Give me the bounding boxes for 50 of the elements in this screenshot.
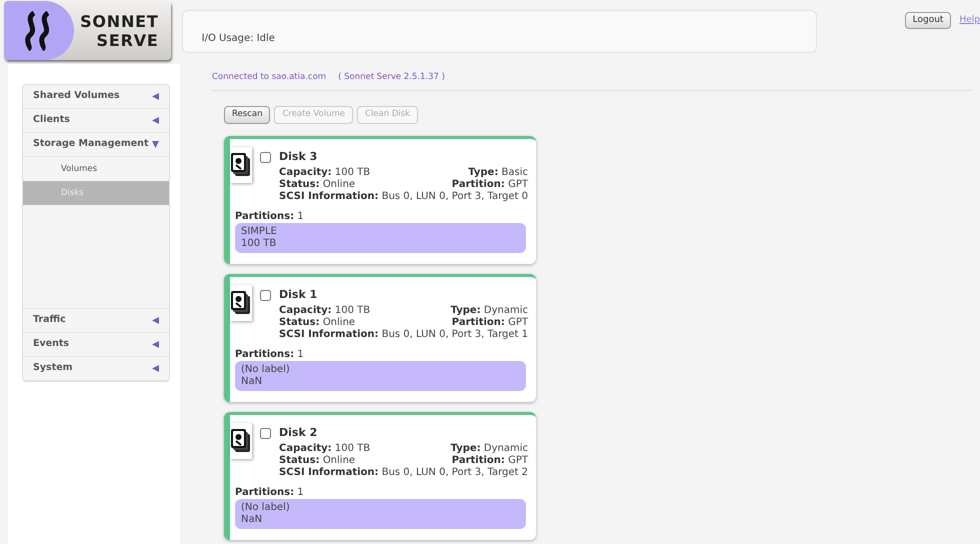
caret-left-icon [152, 317, 159, 324]
toolbar-button[interactable]: Rescan [224, 106, 270, 124]
disk-field: Type: Dynamic [450, 443, 528, 456]
partition-size: NaN [241, 376, 264, 388]
disk-checkbox[interactable] [260, 290, 272, 300]
disk-field: Partitions: 1 [235, 349, 304, 360]
disk-checkbox[interactable] [260, 152, 272, 162]
disk-field: SCSI Information: Bus 0, LUN 0, Port 3, Target 0 [279, 191, 528, 202]
disk-field: Partition: GPT [452, 317, 528, 330]
disk-field: Status: Online [279, 179, 356, 192]
sidebar-item[interactable]: Storage Management [23, 133, 169, 157]
partition-label: (No label) [241, 502, 291, 514]
disk-checkbox[interactable] [260, 428, 272, 438]
sidebar-item[interactable]: Shared Volumes [23, 85, 169, 109]
sidebar-item[interactable]: Clients [23, 109, 169, 133]
logout-button[interactable]: Logout [904, 12, 952, 29]
sidebar-item[interactable]: Traffic [23, 309, 169, 333]
disk-field: Type: Basic [468, 167, 528, 180]
version-text: ( Sonnet Serve 2.5.1.37 ) [338, 71, 445, 84]
caret-left-icon [152, 117, 159, 124]
disk-title: Disk 3 [279, 148, 318, 165]
logo-text: SERVE [96, 30, 159, 50]
disk-title: Disk 2 [279, 424, 318, 441]
disk-field: SCSI Information: Bus 0, LUN 0, Port 3, Target 2 [279, 467, 528, 478]
disk-field: Status: Online [279, 455, 356, 468]
logo-text: SONNET [80, 12, 159, 30]
sidebar-item[interactable]: System [23, 357, 169, 381]
partition-label: (No label) [241, 364, 291, 376]
disk-field: SCSI Information: Bus 0, LUN 0, Port 3, Target 1 [279, 329, 528, 340]
partition-size: 100 TB [241, 238, 278, 250]
disk-field: Partitions: 1 [235, 211, 304, 222]
disk-field: Status: Online [279, 317, 356, 330]
disk-field: Partitions: 1 [235, 487, 304, 498]
caret-left-icon [152, 93, 159, 100]
disk-field: Capacity: 100 TB [279, 167, 370, 180]
caret-down-icon [152, 141, 159, 148]
io-usage-text: I/O Usage: Idle [202, 32, 275, 46]
caret-left-icon [152, 365, 159, 372]
partition-size: NaN [241, 514, 264, 526]
disk-field: Partition: GPT [452, 455, 528, 468]
sidebar-subitem[interactable]: Volumes [23, 157, 169, 181]
sidebar-item[interactable]: Events [23, 333, 169, 357]
disk-field: Type: Dynamic [450, 305, 528, 318]
disk-title: Disk 1 [279, 286, 318, 303]
disk-field: Partition: GPT [452, 179, 528, 192]
disk-field: Capacity: 100 TB [279, 443, 370, 456]
disk-field: Capacity: 100 TB [279, 305, 370, 318]
caret-left-icon [152, 341, 159, 348]
partition-label: SIMPLE [241, 226, 278, 238]
connection-text: Connected to sao.atia.com [212, 71, 326, 84]
